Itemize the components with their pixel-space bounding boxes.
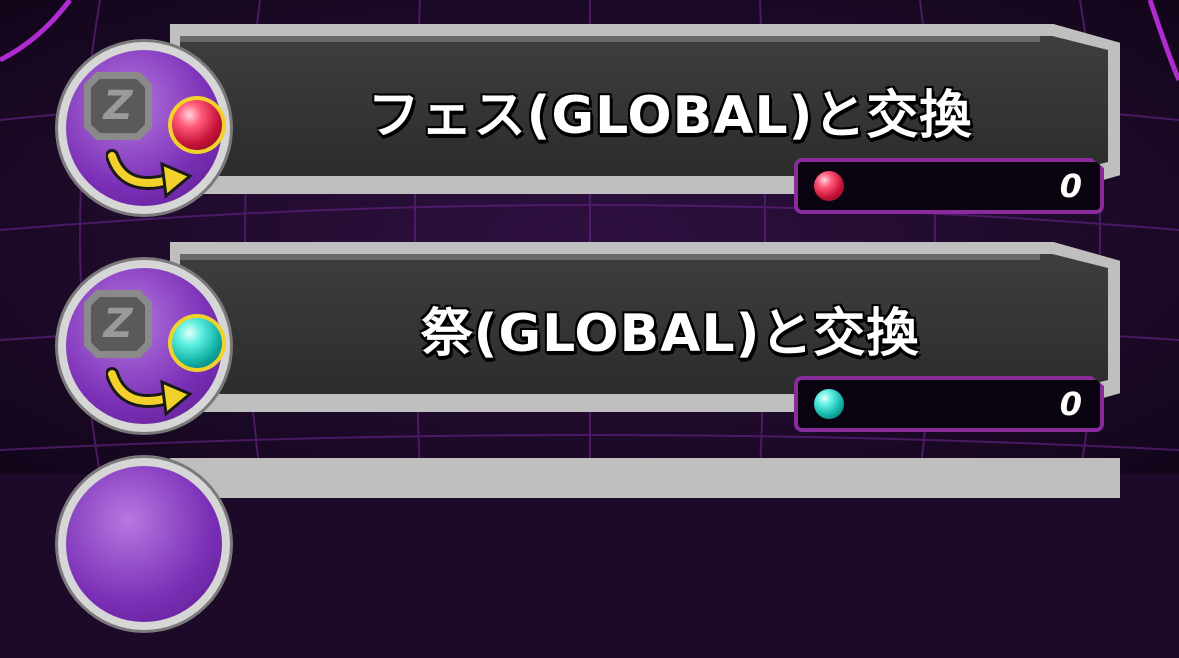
z-letter-glyph: Z <box>91 297 145 351</box>
medallion-face: Z <box>66 50 226 206</box>
medal-counter: 0 <box>794 158 1104 214</box>
exchange-title: 祭(GLOBAL)と交換 <box>420 304 920 364</box>
medal-count: 0 <box>1059 167 1082 205</box>
exchange-arrow-icon <box>106 367 193 417</box>
exchange-title: フェス(GLOBAL)と交換 <box>367 86 973 146</box>
exchange-row-festival[interactable]: 祭(GLOBAL)と交換 0 Z <box>0 242 1179 442</box>
exchange-row-fes[interactable]: フェス(GLOBAL)と交換 0 Z <box>0 24 1179 224</box>
medallion-face: Z <box>66 268 226 424</box>
fes-medal-icon <box>172 100 222 150</box>
exchange-medallion: Z <box>58 260 230 432</box>
medal-counter: 0 <box>794 376 1104 432</box>
z-medal-icon: Z <box>84 72 152 140</box>
z-letter-glyph: Z <box>91 79 145 133</box>
exchange-medallion: Z <box>58 42 230 214</box>
fes-medal-small-icon <box>814 171 844 201</box>
exchange-row-partial[interactable] <box>0 458 1179 658</box>
exchange-medallion <box>58 458 230 630</box>
festival-medal-icon <box>172 318 222 368</box>
plate-highlight <box>180 36 1040 42</box>
z-medal-icon: Z <box>84 290 152 358</box>
medal-count: 0 <box>1059 385 1082 423</box>
medallion-face <box>66 466 222 622</box>
plate-highlight <box>180 254 1040 260</box>
festival-medal-small-icon <box>814 389 844 419</box>
exchange-arrow-icon <box>106 149 193 199</box>
row-plate-frame <box>170 458 1120 498</box>
